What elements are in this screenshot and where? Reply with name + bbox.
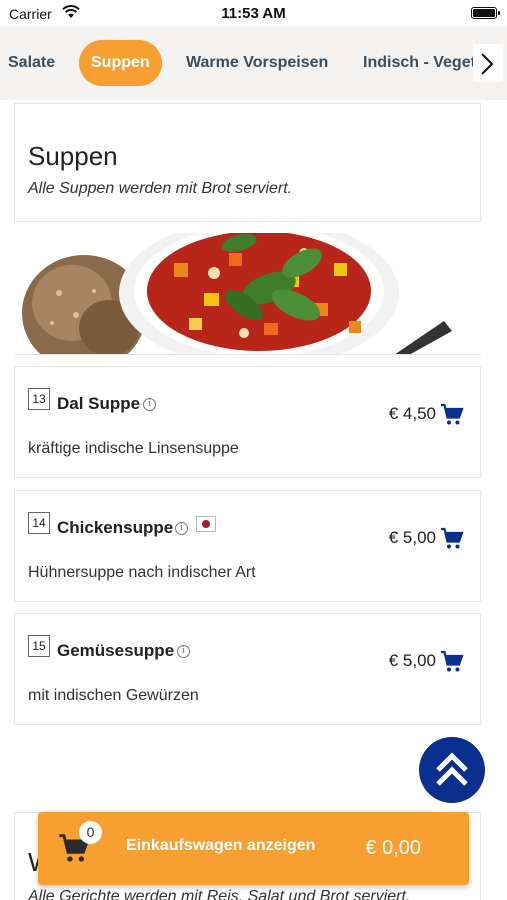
tab-indisch-vegetarisch[interactable]: Indisch - Veget <box>363 40 476 86</box>
item-price: € 5,00 <box>388 528 436 547</box>
non-veg-marker-icon <box>196 516 216 532</box>
info-icon[interactable]: i <box>175 522 188 535</box>
info-icon[interactable]: i <box>143 398 156 411</box>
section-subtitle: Alle Suppen werden mit Brot serviert. <box>28 180 293 197</box>
item-name: Chickensuppe <box>57 518 174 537</box>
add-to-cart-icon[interactable] <box>440 403 464 427</box>
tab-scroll-right-button[interactable] <box>473 44 503 82</box>
item-number: 15 <box>28 635 50 657</box>
next-section-subtitle: Alle Gerichte werden mit Reis, Salat und… <box>28 888 411 900</box>
item-price: € 4,50 <box>388 404 436 423</box>
cart-label: Einkaufswagen anzeigen <box>126 837 316 854</box>
section-title: Suppen <box>28 141 118 171</box>
clock: 11:53 AM <box>221 5 286 22</box>
chevron-right-icon <box>481 53 494 75</box>
item-name: Gemüsesuppe <box>57 641 175 660</box>
tab-suppen[interactable]: Suppen <box>79 40 162 86</box>
status-bar: Carrier 11:53 AM <box>0 0 507 26</box>
item-description: mit indischen Gewürzen <box>28 687 199 704</box>
item-description: Hühnersuppe nach indischer Art <box>28 564 256 581</box>
item-number: 14 <box>28 512 50 534</box>
scroll-to-top-button[interactable] <box>419 737 485 803</box>
item-price: € 5,00 <box>388 651 436 670</box>
double-chevron-up-icon <box>436 752 468 786</box>
view-cart-button[interactable]: 0 Einkaufswagen anzeigen € 0,00 <box>38 812 469 885</box>
info-icon[interactable]: i <box>177 645 190 658</box>
tab-salate[interactable]: Salate <box>8 40 55 86</box>
menu-item-gemuesesuppe[interactable]: 15 Gemüsesuppe i € 5,00 mit indischen Ge… <box>14 613 481 725</box>
menu-item-dal-suppe[interactable]: 13 Dal Suppe i € 4,50 kräftige indische … <box>14 366 481 478</box>
add-to-cart-icon[interactable] <box>440 650 464 674</box>
add-to-cart-icon[interactable] <box>440 527 464 551</box>
tab-warme-vorspeisen[interactable]: Warme Vorspeisen <box>186 40 328 86</box>
item-name: Dal Suppe <box>57 394 141 413</box>
cart-count-badge: 0 <box>79 821 102 844</box>
menu-item-chickensuppe[interactable]: 14 Chickensuppe i € 5,00 Hühnersuppe nac… <box>14 490 481 602</box>
item-description: kräftige indische Linsensuppe <box>28 440 239 457</box>
battery-icon <box>471 7 500 19</box>
category-tab-bar: Salate Suppen Warme Vorspeisen Indisch -… <box>0 26 507 100</box>
section-header: Suppen Alle Suppen werden mit Brot servi… <box>14 103 481 222</box>
cart-total: € 0,00 <box>365 837 421 859</box>
item-number: 13 <box>28 388 50 410</box>
section-image <box>14 233 481 355</box>
